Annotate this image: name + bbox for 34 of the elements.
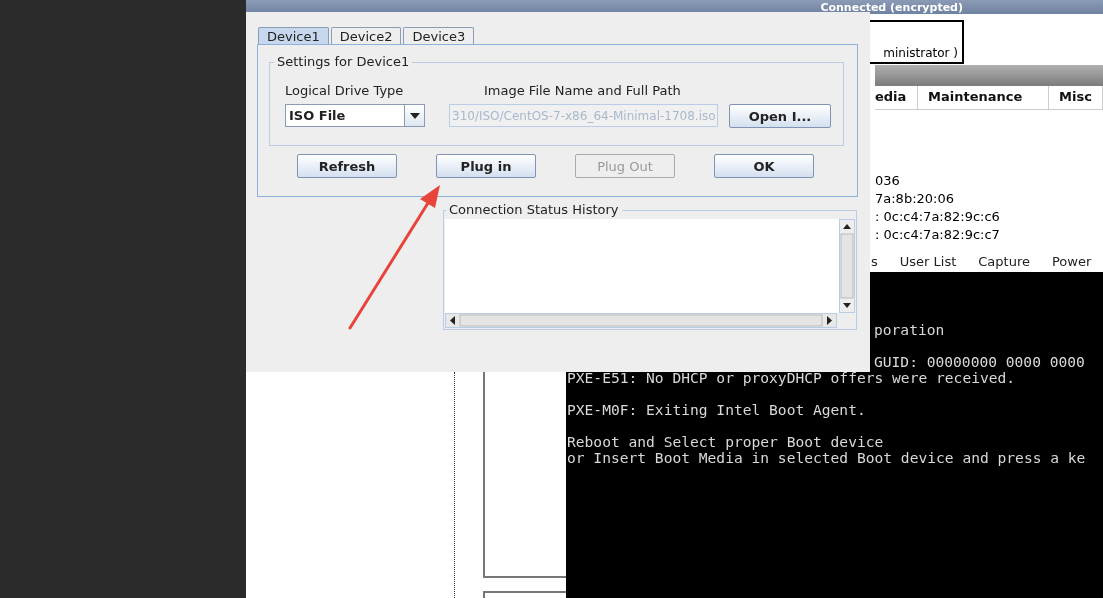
console-line: PXE-M0F: Exiting Intel Boot Agent.: [566, 402, 867, 418]
info-text: : 0c:c4:7a:82:9c:c6: [875, 208, 1000, 226]
nav-tab[interactable]: Misc: [1049, 86, 1103, 109]
info-text: 036: [875, 172, 901, 190]
console-line: poration: [873, 322, 946, 338]
console-line: PXE-E51: No DHCP or proxyDHCP offers were received.: [566, 370, 1017, 386]
console-line: or Insert Boot Media in selected Boot device and press a ke: [566, 450, 1087, 466]
caret-icon: [409, 112, 420, 119]
field-label: Logical Drive Type: [285, 83, 404, 98]
action-button[interactable]: OK: [714, 154, 814, 178]
open-button[interactable]: Open I...: [729, 104, 831, 128]
menu-item[interactable]: User List: [899, 254, 957, 269]
nav-tab[interactable]: Maintenance: [918, 86, 1049, 109]
console-line: Reboot and Select proper Boot device: [566, 434, 885, 450]
action-button[interactable]: Plug in: [436, 154, 536, 178]
device-tab[interactable]: Device1: [258, 27, 329, 45]
user-label: ministrator ): [883, 46, 958, 60]
action-button[interactable]: Refresh: [297, 154, 397, 178]
connection-status: Connected (encrypted): [820, 0, 963, 14]
horizontal-scrollbar[interactable]: [445, 313, 837, 328]
group-title: Settings for Device1: [274, 54, 413, 69]
device-tab[interactable]: Device3: [403, 27, 475, 45]
field-label: Image File Name and Full Path: [484, 83, 681, 98]
vertical-scrollbar[interactable]: [839, 219, 855, 313]
info-text: : 0c:c4:7a:82:9c:c7: [875, 226, 1000, 244]
menu-item[interactable]: Power: [1052, 254, 1092, 269]
nav-tab[interactable]: edia: [875, 86, 918, 109]
menu-item[interactable]: s: [871, 254, 878, 269]
device-tab[interactable]: Device2: [330, 27, 402, 45]
info-text: 7a:8b:20:06: [875, 190, 955, 208]
group-title: Connection Status History: [446, 202, 622, 217]
console-line: GUID: 00000000 0000 0000: [873, 354, 1086, 370]
menu-item[interactable]: Capture: [978, 254, 1030, 269]
drive-type-dropdown[interactable]: ISO File: [285, 104, 425, 127]
